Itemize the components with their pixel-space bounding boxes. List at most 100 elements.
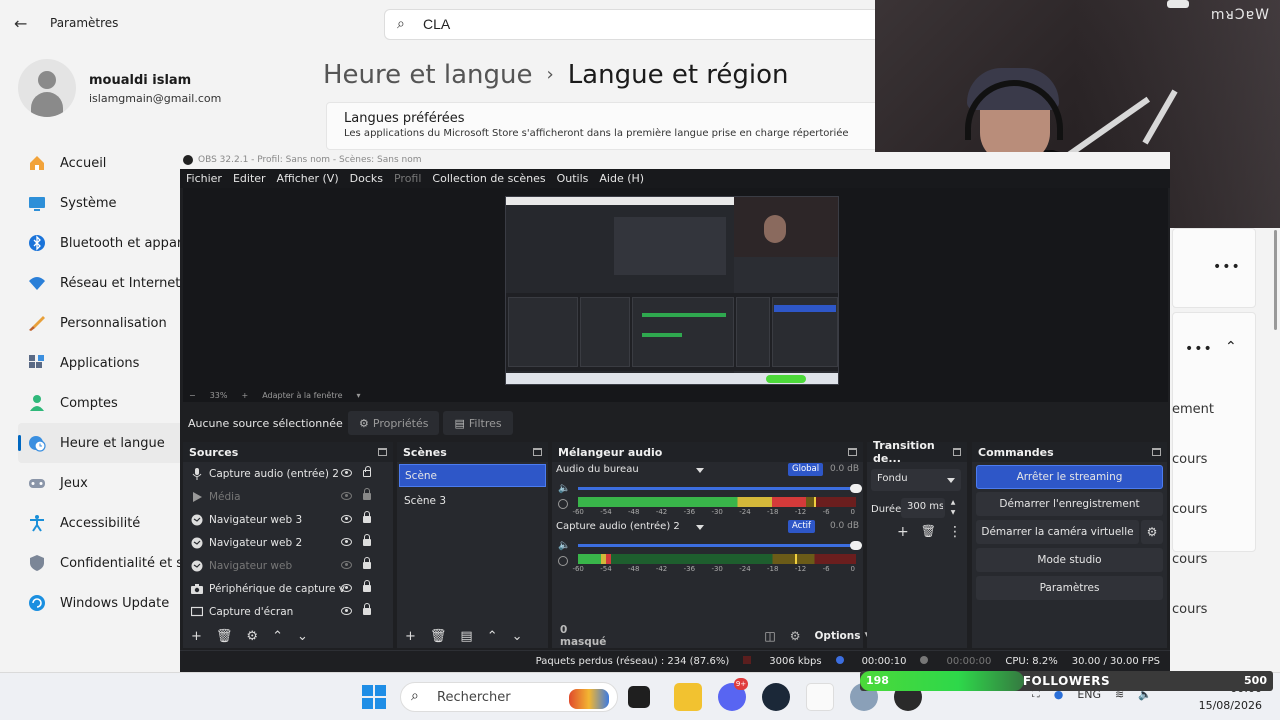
- popout-icon[interactable]: [953, 448, 961, 456]
- more-options-icon[interactable]: •••: [1213, 259, 1241, 275]
- popout-icon[interactable]: [378, 448, 387, 456]
- transition-select[interactable]: Fondu: [871, 469, 961, 491]
- nav-item-accessibilite[interactable]: Accessibilité: [18, 503, 183, 543]
- duration-stepper[interactable]: ▲ ▼: [947, 498, 959, 518]
- track-settings-icon[interactable]: [558, 499, 568, 509]
- move-down-button[interactable]: ⌄: [297, 629, 308, 644]
- properties-button[interactable]: ⚙ Propriétés: [348, 411, 440, 435]
- track-badge[interactable]: Actif: [788, 520, 816, 533]
- source-item[interactable]: Navigateur web: [183, 554, 393, 577]
- lock-icon[interactable]: [363, 488, 371, 500]
- scene-item[interactable]: Scène: [399, 464, 546, 487]
- speaker-icon[interactable]: 🔈: [558, 483, 570, 494]
- nav-item-personnalisation[interactable]: Personnalisation: [18, 303, 183, 343]
- zoom-out-button[interactable]: −: [189, 391, 196, 400]
- lock-icon[interactable]: [363, 603, 371, 615]
- trash-icon[interactable]: 🗑: [430, 629, 447, 644]
- filters-button[interactable]: ▤ Filtres: [443, 411, 513, 435]
- menu-profil[interactable]: Profil: [394, 172, 421, 185]
- slider-knob[interactable]: [850, 541, 862, 550]
- back-arrow-icon[interactable]: ←: [14, 14, 27, 33]
- duration-input[interactable]: 300 ms: [901, 498, 945, 518]
- preferred-languages-card[interactable]: Langues préférées Les applications du Mi…: [326, 102, 886, 150]
- chevron-down-icon[interactable]: ▾: [356, 391, 360, 400]
- file-explorer-icon[interactable]: [674, 683, 702, 711]
- options-button[interactable]: Options: [815, 630, 861, 642]
- language-card[interactable]: •••: [1172, 228, 1256, 308]
- breadcrumb-parent[interactable]: Heure et langue: [323, 60, 532, 90]
- nav-item-comptes[interactable]: Comptes: [18, 383, 183, 423]
- menu-fichier[interactable]: Fichier: [186, 172, 222, 185]
- source-item[interactable]: Navigateur web 2: [183, 531, 393, 554]
- eye-icon[interactable]: [341, 607, 352, 615]
- nav-item-accueil[interactable]: Accueil: [18, 143, 183, 183]
- eye-hidden-icon[interactable]: [341, 492, 352, 500]
- nav-item-bluetooth[interactable]: Bluetooth et appareils: [18, 223, 183, 263]
- more-options-icon[interactable]: ⋮: [948, 524, 962, 540]
- settings-button[interactable]: Paramètres: [976, 576, 1163, 600]
- nav-item-systeme[interactable]: Système: [18, 183, 183, 223]
- chevron-down-icon[interactable]: [696, 468, 704, 473]
- volume-slider[interactable]: [578, 541, 862, 550]
- nav-item-jeux[interactable]: Jeux: [18, 463, 183, 503]
- filter-icon[interactable]: ▤: [460, 629, 472, 644]
- eye-hidden-icon[interactable]: [341, 561, 352, 569]
- nav-item-windows-update[interactable]: Windows Update: [18, 583, 183, 623]
- more-options-icon[interactable]: •••: [1185, 341, 1213, 357]
- avatar[interactable]: [18, 59, 76, 117]
- task-view-icon[interactable]: [628, 686, 650, 708]
- source-item[interactable]: Capture d'écran: [183, 600, 393, 623]
- chevron-up-icon[interactable]: ⌃: [1225, 339, 1238, 355]
- menu-collection-scenes[interactable]: Collection de scènes: [432, 172, 545, 185]
- eye-icon[interactable]: [341, 469, 352, 477]
- track-badge[interactable]: Global: [788, 463, 824, 476]
- lock-icon[interactable]: [363, 466, 371, 477]
- start-recording-button[interactable]: Démarrer l'enregistrement: [976, 492, 1163, 516]
- zoom-in-button[interactable]: +: [241, 391, 248, 400]
- steam-icon[interactable]: [762, 683, 790, 711]
- move-down-button[interactable]: ⌄: [512, 629, 523, 644]
- popout-icon[interactable]: [848, 448, 857, 456]
- obs-preview[interactable]: [183, 188, 1168, 388]
- chevron-down-icon[interactable]: [696, 525, 704, 530]
- menu-afficher[interactable]: Afficher (V): [277, 172, 339, 185]
- source-item[interactable]: Média: [183, 485, 393, 508]
- lock-icon[interactable]: [363, 580, 371, 592]
- popout-icon[interactable]: [533, 448, 542, 456]
- source-item[interactable]: Capture audio (entrée) 2: [183, 462, 393, 485]
- preview-canvas[interactable]: [505, 196, 839, 385]
- start-virtual-camera-button[interactable]: Démarrer la caméra virtuelle: [976, 520, 1139, 544]
- nav-item-confidentialite[interactable]: Confidentialité et sécurité: [18, 543, 183, 583]
- app-icon[interactable]: [806, 683, 834, 711]
- nav-item-applications[interactable]: Applications: [18, 343, 183, 383]
- volume-slider[interactable]: [578, 484, 862, 493]
- lock-icon[interactable]: [363, 534, 371, 546]
- taskbar-search[interactable]: ⌕ Rechercher: [400, 682, 618, 712]
- studio-mode-button[interactable]: Mode studio: [976, 548, 1163, 572]
- source-item[interactable]: Navigateur web 3: [183, 508, 393, 531]
- trash-icon[interactable]: 🗑: [216, 629, 233, 644]
- nav-item-heure-langue[interactable]: Heure et langue: [18, 423, 183, 463]
- gear-icon[interactable]: ⚙: [1141, 520, 1163, 544]
- gear-icon[interactable]: ⚙: [246, 629, 258, 644]
- eye-icon[interactable]: [341, 538, 352, 546]
- speaker-icon[interactable]: 🔈: [558, 540, 570, 551]
- scrollbar[interactable]: [1274, 230, 1277, 330]
- windows-start-icon[interactable]: [362, 685, 386, 709]
- popout-icon[interactable]: [1152, 448, 1161, 456]
- settings-search-box[interactable]: ⌕: [384, 9, 884, 40]
- advanced-audio-icon[interactable]: ⚙: [790, 629, 801, 643]
- menu-outils[interactable]: Outils: [557, 172, 589, 185]
- layout-icon[interactable]: ◫: [764, 629, 775, 643]
- trash-icon[interactable]: 🗑: [921, 524, 936, 540]
- settings-search-input[interactable]: [423, 16, 723, 32]
- eye-icon[interactable]: [341, 515, 352, 523]
- slider-knob[interactable]: [850, 484, 862, 493]
- lock-icon[interactable]: [363, 557, 371, 569]
- menu-editer[interactable]: Editer: [233, 172, 266, 185]
- add-source-button[interactable]: +: [191, 629, 202, 644]
- track-settings-icon[interactable]: [558, 556, 568, 566]
- menu-docks[interactable]: Docks: [350, 172, 383, 185]
- fit-window-select[interactable]: Adapter à la fenêtre: [262, 391, 342, 400]
- scene-item[interactable]: Scène 3: [399, 489, 546, 512]
